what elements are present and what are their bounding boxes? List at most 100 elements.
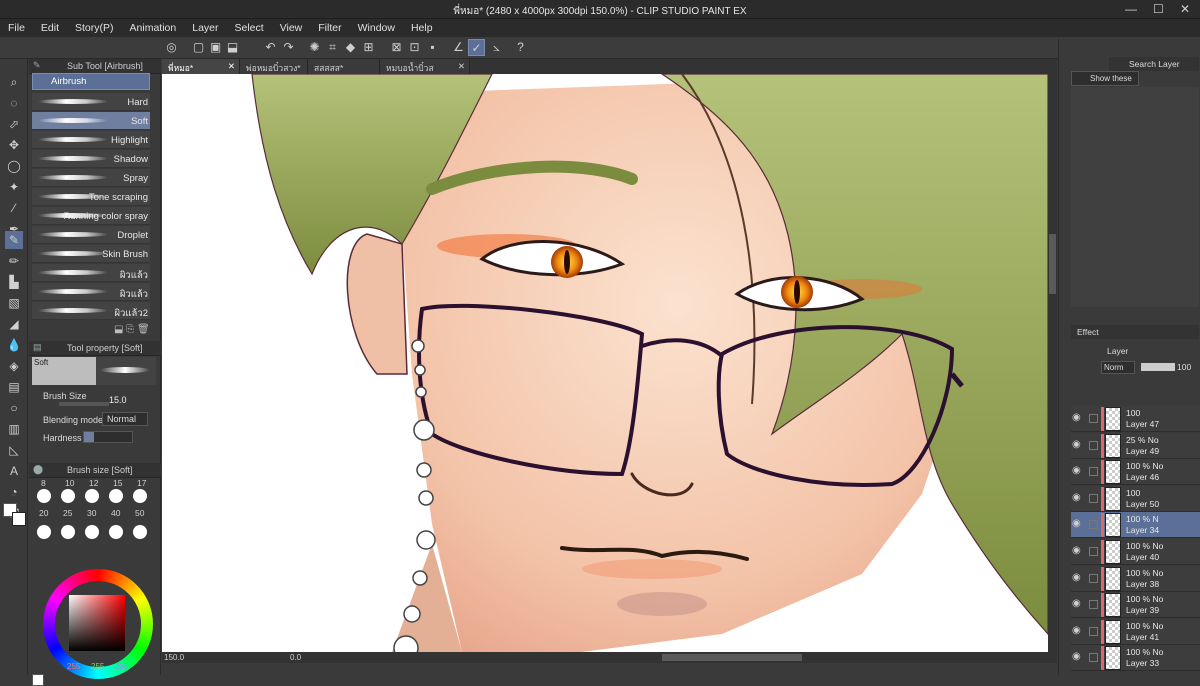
move-layer-icon[interactable]: ✥ <box>5 136 23 154</box>
open-file-icon[interactable]: ▣ <box>207 39 224 56</box>
transform-icon[interactable]: ⊞ <box>360 39 377 56</box>
brush-item[interactable]: ผิวแล้ว <box>32 283 150 301</box>
eye-icon[interactable]: ◉ <box>1072 439 1081 450</box>
sub-color-swatch[interactable] <box>12 512 26 526</box>
brush-item[interactable]: Running color spray <box>32 207 150 225</box>
layer-row[interactable]: ◉ 100 % No Layer 41 <box>1071 618 1200 645</box>
balloon-icon[interactable]: ◔ <box>5 483 23 501</box>
eye-icon[interactable]: ◉ <box>1072 598 1081 609</box>
layer-lock-checkbox[interactable] <box>1089 414 1098 423</box>
auto-select-icon[interactable]: ✦ <box>5 178 23 196</box>
brush-size-preset[interactable] <box>109 489 123 503</box>
text-icon[interactable]: A <box>5 462 23 480</box>
eraser-icon[interactable]: ◢ <box>5 315 23 333</box>
layer-lock-checkbox[interactable] <box>1089 440 1098 450</box>
layer-row[interactable]: ◉ 100 % No Layer 39 <box>1071 592 1200 619</box>
tab-document-2[interactable]: พ่อหมอบิ๋วสวง* <box>240 59 308 74</box>
layer-lock-checkbox[interactable] <box>1089 520 1098 530</box>
saturation-square[interactable] <box>69 595 125 651</box>
menu-select[interactable]: Select <box>227 22 272 34</box>
tab-document-3[interactable]: สสสสส* <box>308 59 380 74</box>
clip-studio-icon[interactable]: ◎ <box>163 39 180 56</box>
layer-row[interactable]: ◉ 100 Layer 47 <box>1071 406 1200 432</box>
tab-document-4[interactable]: หมบอน้ำบิ๋วส ✕ <box>380 59 470 74</box>
layer-row[interactable]: ◉ 25 % No Layer 49 <box>1071 432 1200 459</box>
layer-lock-checkbox[interactable] <box>1089 626 1098 636</box>
brush-size-value[interactable]: 15.0 <box>109 395 127 405</box>
brush-size-top-value[interactable]: 10 <box>65 478 74 488</box>
brush-item[interactable]: ผิวแล้ว2 <box>32 302 150 320</box>
eye-icon[interactable]: ◉ <box>1072 545 1081 556</box>
brush-size-preset[interactable] <box>133 525 147 539</box>
invert-selection-icon[interactable]: ⊡ <box>406 39 423 56</box>
brush-size-top-value[interactable]: 12 <box>89 478 98 488</box>
blending-mode-select[interactable]: Normal <box>102 412 148 426</box>
brush-item[interactable]: Tone scraping <box>32 188 150 206</box>
menu-window[interactable]: Window <box>350 22 403 34</box>
layer-row[interactable]: ◉ 100 % No Layer 38 <box>1071 565 1200 592</box>
menu-layer[interactable]: Layer <box>184 22 226 34</box>
grid-snap-icon[interactable]: ⦣ <box>488 39 505 56</box>
brush-item[interactable]: Skin Brush <box>32 245 150 263</box>
canvas-vertical-scrollbar[interactable] <box>1048 74 1057 652</box>
fill-bucket-icon[interactable]: ◈ <box>5 357 23 375</box>
tab-document-1[interactable]: พี่หมอ* ✕ <box>162 59 240 74</box>
pencil-icon[interactable]: ✏ <box>5 252 23 270</box>
layer-row[interactable]: ◉ 100 % No Layer 46 <box>1071 459 1200 486</box>
layer-blend-mode-select[interactable]: Norm <box>1101 361 1135 374</box>
menu-story[interactable]: Story(P) <box>67 22 122 34</box>
brush-size-preset[interactable] <box>85 489 99 503</box>
eye-icon[interactable]: ◉ <box>1072 492 1081 503</box>
redo-icon[interactable]: ↷ <box>280 39 297 56</box>
new-file-icon[interactable]: ▢ <box>190 39 207 56</box>
brush-item[interactable]: Droplet <box>32 226 150 244</box>
eye-icon[interactable]: ◉ <box>1072 572 1081 583</box>
eye-icon[interactable]: ◉ <box>1072 412 1081 423</box>
selection-icon[interactable]: ◯ <box>5 157 23 175</box>
menu-filter[interactable]: Filter <box>310 22 349 34</box>
brush-item[interactable]: ผิวแล้ว <box>32 264 150 282</box>
brush-size-preset[interactable] <box>109 525 123 539</box>
menu-help[interactable]: Help <box>403 22 441 34</box>
menu-edit[interactable]: Edit <box>33 22 67 34</box>
figure-icon[interactable]: ○ <box>5 399 23 417</box>
search-layer-tab[interactable]: Search Layer <box>1109 57 1199 71</box>
help-icon[interactable]: ? <box>512 39 529 56</box>
frame-icon[interactable]: ▥ <box>5 420 23 438</box>
color-main-swatch[interactable] <box>32 674 44 686</box>
brush-item[interactable]: Spray <box>32 169 150 187</box>
menu-view[interactable]: View <box>272 22 311 34</box>
ruler-snap-icon[interactable]: ∠ <box>450 39 467 56</box>
layer-row[interactable]: ◉ 100 Layer 50 <box>1071 485 1200 512</box>
brush-item[interactable]: Highlight <box>32 131 150 149</box>
eyedropper-icon[interactable]: ⁄ <box>5 199 23 217</box>
airbrush-icon[interactable]: ✎ <box>5 231 23 249</box>
brush-size-slider[interactable] <box>59 402 109 406</box>
layer-lock-checkbox[interactable] <box>1089 653 1098 663</box>
layer-row[interactable]: ◉ 100 % No Layer 33 <box>1071 645 1200 672</box>
close-button[interactable]: ✕ <box>1180 2 1190 16</box>
brush-size-preset[interactable] <box>61 489 75 503</box>
layer-lock-checkbox[interactable] <box>1089 600 1098 610</box>
brush-size-top-value[interactable]: 17 <box>137 478 146 488</box>
brush-size-preset[interactable] <box>133 489 147 503</box>
selection-icon[interactable]: ▪ <box>424 39 441 56</box>
hardness-slider[interactable] <box>83 431 133 443</box>
undo-icon[interactable]: ↶ <box>262 39 279 56</box>
preset-preview[interactable]: Soft <box>32 357 96 385</box>
eye-icon[interactable]: ◉ <box>1072 651 1081 662</box>
deselect-icon[interactable]: ⊠ <box>388 39 405 56</box>
layer-opacity-slider[interactable] <box>1141 363 1175 371</box>
special-ruler-snap-icon[interactable]: ✓ <box>468 39 485 56</box>
eye-icon[interactable]: ◉ <box>1072 518 1081 529</box>
eye-icon[interactable]: ◉ <box>1072 625 1081 636</box>
layer-opacity-value[interactable]: 100 <box>1177 362 1191 372</box>
layer-row[interactable]: ◉ 100 % N Layer 34 <box>1071 512 1200 539</box>
blend-icon[interactable]: 💧 <box>5 336 23 354</box>
search-filter-select[interactable]: Show these <box>1071 71 1139 86</box>
layer-lock-checkbox[interactable] <box>1089 467 1098 477</box>
layer-lock-checkbox[interactable] <box>1089 547 1098 556</box>
brush-item[interactable]: Shadow <box>32 150 150 168</box>
brush-size-top-value[interactable]: 8 <box>41 478 46 488</box>
ruler-icon[interactable]: ◺ <box>5 441 23 459</box>
